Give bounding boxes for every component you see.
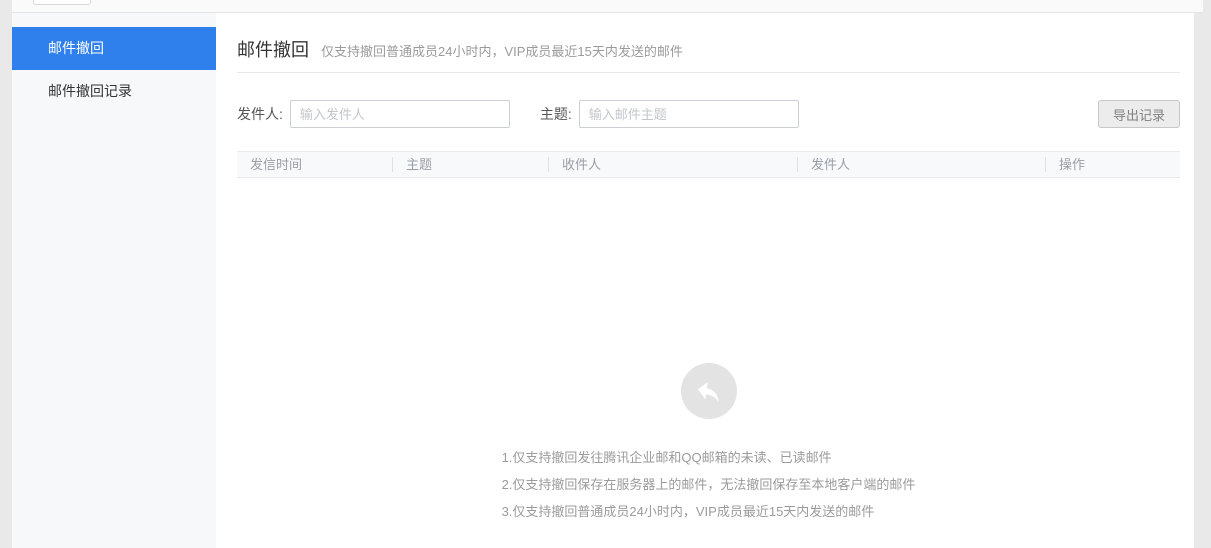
column-header-sender: 发件人: [797, 157, 1045, 172]
subject-input[interactable]: [579, 100, 799, 128]
sender-label: 发件人:: [237, 104, 283, 124]
page-title: 邮件撤回: [237, 36, 309, 62]
sidebar-item-mail-recall-records[interactable]: 邮件撤回记录: [12, 70, 216, 113]
filter-row: 发件人: 主题: 导出记录: [237, 100, 1180, 128]
table-header: 发信时间 主题 收件人 发件人 操作: [237, 151, 1180, 178]
export-records-button[interactable]: 导出记录: [1098, 100, 1180, 128]
sender-input[interactable]: [290, 100, 510, 128]
column-header-send-time: 发信时间: [237, 157, 392, 172]
empty-state: 1.仅支持撤回发往腾讯企业邮和QQ邮箱的未读、已读邮件 2.仅支持撤回保存在服务…: [237, 363, 1180, 525]
sidebar: 邮件撤回 邮件撤回记录: [12, 13, 216, 548]
sidebar-item-mail-recall[interactable]: 邮件撤回: [12, 27, 216, 70]
title-row: 邮件撤回 仅支持撤回普通成员24小时内，VIP成员最近15天内发送的邮件: [237, 36, 1180, 60]
title-divider: [237, 72, 1180, 73]
note-line-2: 2.仅支持撤回保存在服务器上的邮件，无法撤回保存至本地客户端的邮件: [502, 471, 916, 498]
note-line-1: 1.仅支持撤回发往腾讯企业邮和QQ邮箱的未读、已读邮件: [502, 444, 916, 471]
note-line-3: 3.仅支持撤回普通成员24小时内，VIP成员最近15天内发送的邮件: [502, 498, 916, 525]
column-header-actions: 操作: [1045, 157, 1180, 172]
recall-notes: 1.仅支持撤回发往腾讯企业邮和QQ邮箱的未读、已读邮件 2.仅支持撤回保存在服务…: [502, 444, 916, 525]
topbar: [12, 0, 1203, 13]
column-header-recipient: 收件人: [548, 157, 797, 172]
subject-label: 主题:: [540, 104, 572, 124]
page-subtitle: 仅支持撤回普通成员24小时内，VIP成员最近15天内发送的邮件: [321, 41, 683, 60]
column-header-subject: 主题: [392, 157, 548, 172]
recall-arrow-icon: [681, 363, 737, 419]
main-panel: 邮件撤回 仅支持撤回普通成员24小时内，VIP成员最近15天内发送的邮件 发件人…: [216, 13, 1194, 548]
topbar-partial-box: [33, 0, 91, 5]
